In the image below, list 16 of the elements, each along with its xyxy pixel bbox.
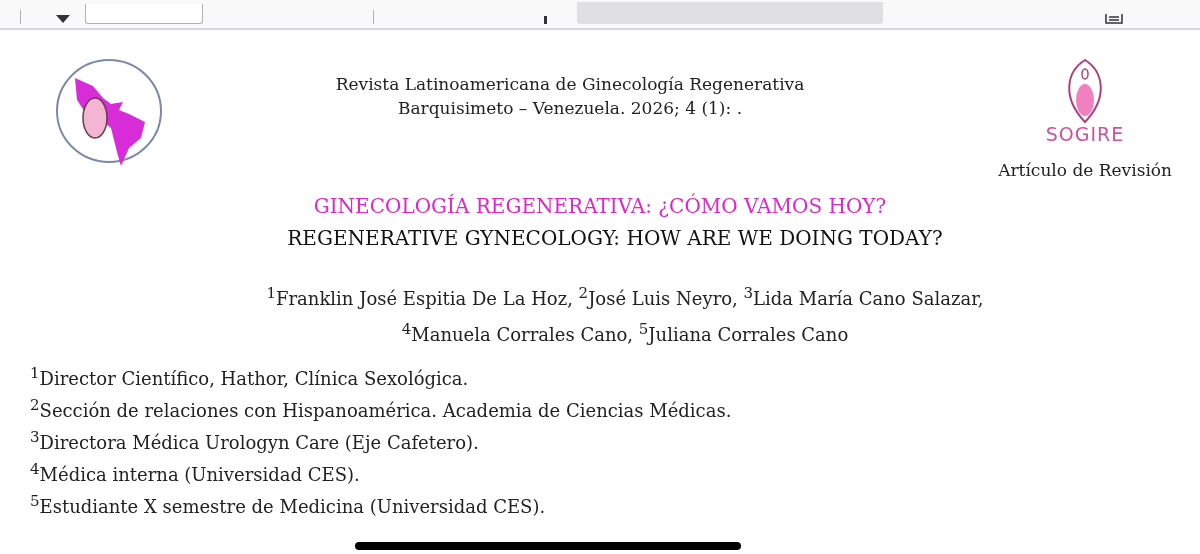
document-icon[interactable] bbox=[1105, 14, 1123, 24]
article-type: Artículo de Revisión bbox=[998, 160, 1172, 180]
page-number-field[interactable] bbox=[85, 4, 203, 24]
title-english: REGENERATIVE GYNECOLOGY: HOW ARE WE DOING TODAY? bbox=[286, 226, 944, 250]
affiliation: $^{1}$Director Científico, Hathor, Clínica Sexológica. bbox=[30, 363, 469, 391]
journal-info: Barquisimeto – Venezuela. 2026; 4 (1): . bbox=[396, 97, 744, 120]
author-line: $^{4}$Manuela Corrales Cano, $^{5}$Juliana Corrales Cano bbox=[401, 319, 849, 347]
journal-info: Revista Latinoamericana de Ginecología Regenerativa bbox=[334, 73, 806, 96]
affiliation: $^{5}$Estudiante X semestre de Medicina (Universidad CES). bbox=[30, 491, 546, 519]
affiliation: $^{2}$Sección de relaciones con Hispanoamérica. Academia de Ciencias Médicas. bbox=[30, 395, 732, 423]
author-line: $^{1}$Franklin José Espitia De La Hoz, $^{2}$José Luis Neyro, $^{3}$Lida María Cano Salazar, bbox=[266, 283, 984, 311]
affiliation: $^{3}$Directora Médica Urologyn Care (Eje Cafetero). bbox=[30, 427, 479, 455]
affiliation: $^{4}$Médica interna (Universidad CES). bbox=[30, 459, 360, 487]
title-spanish: GINECOLOGÍA REGENERATIVA: ¿CÓMO VAMOS HOY? bbox=[312, 194, 888, 218]
logo-text: SOGIRE bbox=[1045, 124, 1125, 144]
chevron-down-icon[interactable] bbox=[55, 14, 71, 24]
